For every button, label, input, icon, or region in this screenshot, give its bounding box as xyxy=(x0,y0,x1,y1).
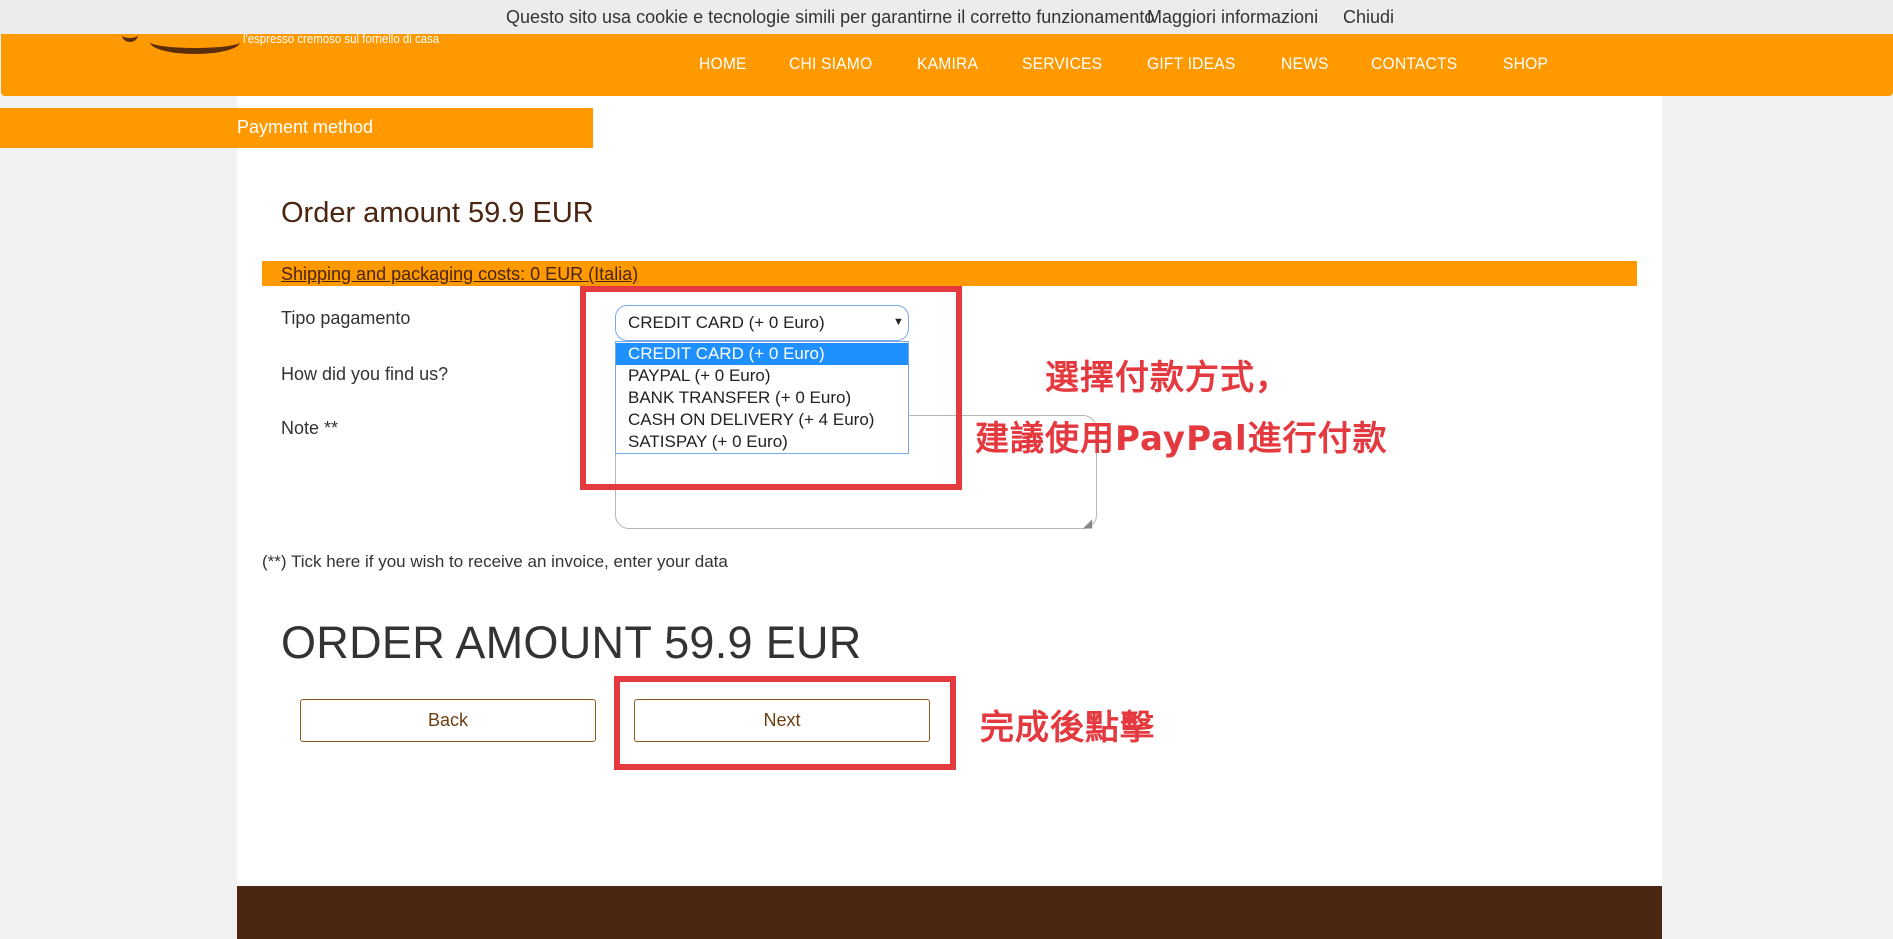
nav-news[interactable]: NEWS xyxy=(1281,54,1329,74)
site-footer xyxy=(237,886,1662,939)
nav-chi-siamo[interactable]: CHI SIAMO xyxy=(789,54,872,74)
nav-shop[interactable]: SHOP xyxy=(1503,54,1548,74)
nav-services[interactable]: SERVICES xyxy=(1022,54,1102,74)
invoice-note: (**) Tick here if you wish to receive an… xyxy=(262,552,728,571)
nav-gift-ideas[interactable]: GIFT IDEAS xyxy=(1147,54,1235,74)
payment-type-label: Tipo pagamento xyxy=(281,308,411,328)
shipping-costs-link[interactable]: Shipping and packaging costs: 0 EUR (Ita… xyxy=(281,264,638,285)
cookie-message: Questo sito usa cookie e tecnologie simi… xyxy=(506,7,1155,27)
annotation-box-next xyxy=(614,676,956,770)
order-amount-total: ORDER AMOUNT 59.9 EUR xyxy=(281,617,862,668)
nav-contacts[interactable]: CONTACTS xyxy=(1371,54,1457,74)
back-button[interactable]: Back xyxy=(300,699,596,742)
annotation-select-payment: 選擇付款方式， xyxy=(1045,358,1290,398)
step-title: Payment method xyxy=(237,117,374,137)
cookie-close-link[interactable]: Chiudi xyxy=(1343,7,1394,28)
annotation-recommend-paypal: 建議使用PayPal進行付款 xyxy=(975,419,1388,459)
order-amount-title: Order amount 59.9 EUR xyxy=(281,197,594,229)
cookie-more-info-link[interactable]: Maggiori informazioni xyxy=(1147,7,1318,28)
nav-home[interactable]: HOME xyxy=(699,54,747,74)
how-found-label: How did you find us? xyxy=(281,364,449,384)
annotation-box-payment xyxy=(580,286,962,490)
main-nav: HOME CHI SIAMO KAMIRA SERVICES GIFT IDEA… xyxy=(699,54,1590,74)
resize-grip-icon[interactable]: ◢ xyxy=(1083,516,1092,530)
note-label: Note ** xyxy=(281,418,339,438)
nav-kamira[interactable]: KAMIRA xyxy=(917,54,978,74)
annotation-click-next: 完成後點擊 xyxy=(980,708,1155,748)
